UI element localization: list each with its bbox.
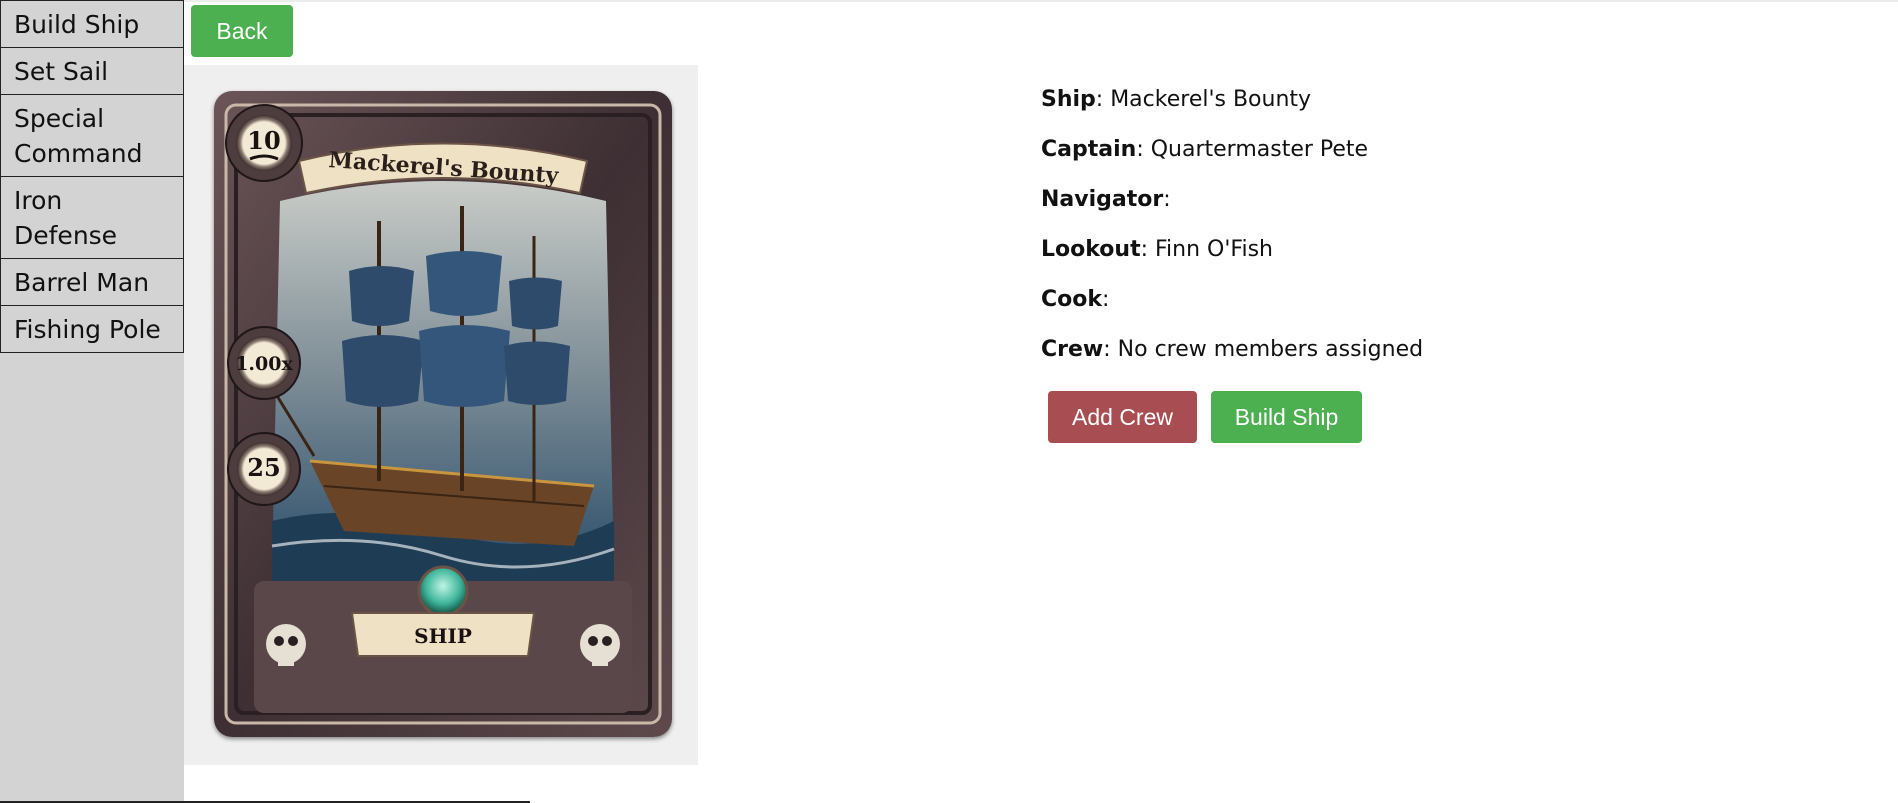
detail-lookout-value: : Finn O'Fish [1140,237,1273,262]
sidebar-item-special-command[interactable]: Special Command [0,94,184,177]
detail-navigator: Navigator: [1041,184,1741,234]
sidebar-item-iron-defense[interactable]: Iron Defense [0,176,184,259]
detail-captain-label: Captain [1041,137,1137,162]
gem-icon [417,565,469,617]
stat-bottom-value: 25 [247,453,280,482]
ship-details: Ship: Mackerel's Bounty Captain: Quarter… [1041,84,1741,384]
detail-crew-label: Crew [1041,337,1104,362]
detail-cook-label: Cook [1041,287,1103,312]
add-crew-button[interactable]: Add Crew [1048,391,1197,443]
sidebar-item-build-ship[interactable]: Build Ship [0,0,184,48]
detail-cook-value: : [1102,287,1110,312]
sidebar-item-set-sail[interactable]: Set Sail [0,47,184,95]
detail-ship: Ship: Mackerel's Bounty [1041,84,1741,134]
detail-crew: Crew: No crew members assigned [1041,334,1741,384]
detail-navigator-value: : [1163,187,1171,212]
sidebar-item-fishing-pole[interactable]: Fishing Pole [0,305,184,353]
stat-top: 10 [225,104,303,182]
detail-navigator-label: Navigator [1041,187,1164,212]
back-button[interactable]: Back [191,5,293,57]
detail-captain: Captain: Quartermaster Pete [1041,134,1741,184]
build-ship-button[interactable]: Build Ship [1211,391,1362,443]
stat-bottom: 25 [227,432,301,506]
card-footer: SHIP [254,565,632,713]
card-type-label: SHIP [414,624,472,648]
stat-top-value: 10 [247,126,280,155]
detail-crew-value: : No crew members assigned [1103,337,1424,362]
sidebar: Build Ship Set Sail Special Command Iron… [0,0,184,803]
sidebar-item-barrel-man[interactable]: Barrel Man [0,258,184,306]
detail-lookout: Lookout: Finn O'Fish [1041,234,1741,284]
stat-middle-value: 1.00x [235,353,293,375]
ship-card: Mackerel's Bounty 10 1.00x 25 SHIP [214,91,672,737]
detail-cook: Cook: [1041,284,1741,334]
detail-lookout-label: Lookout [1041,237,1141,262]
stat-middle: 1.00x [227,326,301,400]
detail-captain-value: : Quartermaster Pete [1136,137,1369,162]
ship-artwork [271,181,615,591]
detail-ship-label: Ship [1041,87,1096,112]
detail-ship-value: : Mackerel's Bounty [1095,87,1312,112]
top-divider [184,0,1898,2]
